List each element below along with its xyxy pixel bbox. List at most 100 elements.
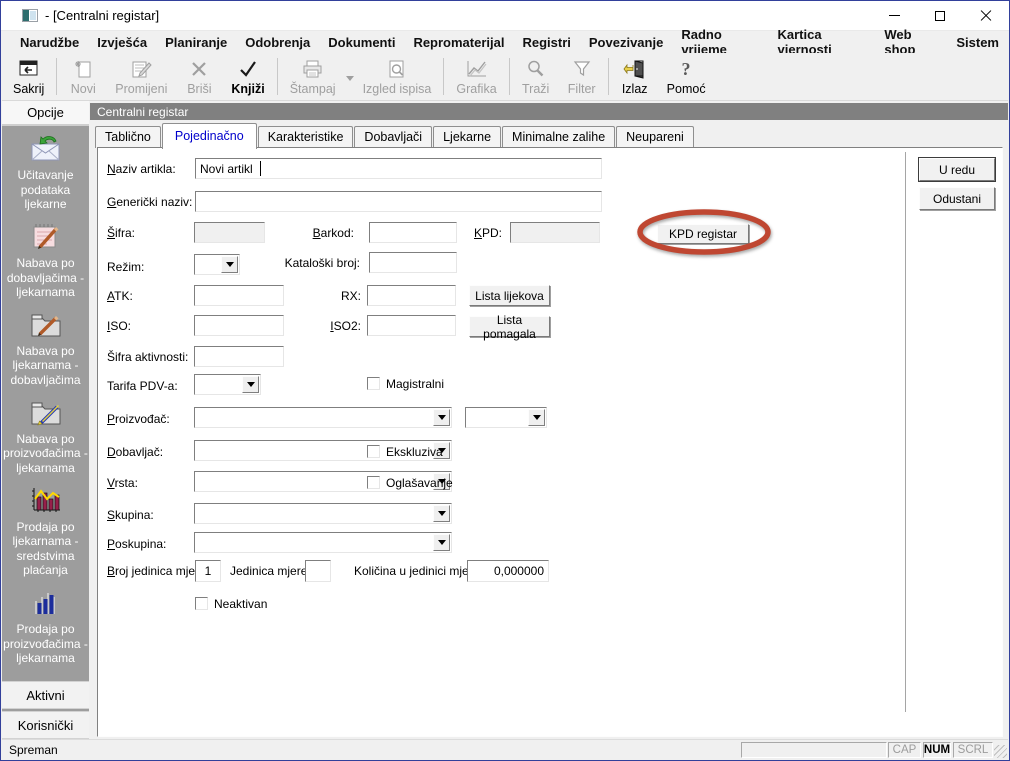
menu-registri[interactable]: Registri [513,33,579,52]
jedinica-mjere-input[interactable] [305,560,331,582]
broj-jedinica-mjere-input[interactable] [195,560,221,582]
close-button[interactable] [963,1,1009,30]
skupina-combobox[interactable] [194,503,452,524]
toolbar-separator [608,58,609,95]
atk-input[interactable] [194,285,284,306]
toolbar-label: Pomoć [667,82,706,96]
stampaj-dropdown-icon[interactable] [346,76,354,85]
genericki-naziv-input[interactable] [195,191,602,212]
dobavljac-label: Dobavljač: [107,445,163,459]
delete-x-icon [185,57,213,81]
poskupina-label: Poskupina: [107,537,166,551]
menu-dokumenti[interactable]: Dokumenti [319,33,404,52]
chevron-down-icon[interactable] [221,256,238,273]
toolbar: Sakrij Novi Promijeni Briši Knjiži [2,53,1008,101]
opcije-button[interactable]: Opcije [2,101,89,126]
tab-tablicno[interactable]: Tablično [95,126,161,148]
ekskluziva-checkbox[interactable] [367,445,380,458]
sidebar-item-nabava-dobavljaci[interactable]: Nabava po dobavljačima - ljekarnama [2,221,89,300]
tarifa-pdv-combobox[interactable] [194,374,261,395]
tab-dobavljaci[interactable]: Dobavljači [354,126,432,148]
oglasavanje-checkbox[interactable] [367,476,380,489]
sidebar-item-prodaja-proizvodaci[interactable]: Prodaja po proizvođačima - ljekarnama [2,587,89,666]
izlaz-button[interactable]: Izlaz [612,55,658,98]
sifra-label: Šifra: [107,226,135,240]
filter-button[interactable]: Filter [559,55,605,98]
menu-izvjesca[interactable]: Izvješća [88,33,156,52]
vrsta-label: Vrsta: [107,476,138,490]
iso-input[interactable] [194,315,284,336]
help-question-icon: ? [672,57,700,81]
caps-lock-indicator: CAP [888,742,921,758]
menu-odobrenja[interactable]: Odobrenja [236,33,319,52]
knjizi-button[interactable]: Knjiži [222,55,273,98]
u-redu-button[interactable]: U redu [919,158,995,181]
promijeni-button[interactable]: Promijeni [106,55,176,98]
brisi-button[interactable]: Briši [176,55,222,98]
novi-button[interactable]: Novi [60,55,106,98]
toolbar-label: Grafika [456,82,496,96]
korisnicki-button[interactable]: Korisnički [2,711,89,739]
kataloski-broj-input[interactable] [369,252,457,273]
chevron-down-icon[interactable] [433,534,450,551]
tab-minimalne-zalihe[interactable]: Minimalne zalihe [502,126,615,148]
toolbar-label: Izlaz [622,82,648,96]
print-preview-icon [383,57,411,81]
neaktivan-checkbox[interactable] [195,597,208,610]
chart-icon [463,57,491,81]
lista-lijekova-button[interactable]: Lista lijekova [469,285,550,306]
trazi-button[interactable]: Traži [513,55,559,98]
window-title: - [Centralni registar] [45,8,159,23]
menu-repromaterijal[interactable]: Repromaterijal [404,33,513,52]
tab-neupareni[interactable]: Neupareni [616,126,694,148]
menu-povezivanje[interactable]: Povezivanje [580,33,672,52]
proizvodac-extra-combobox[interactable] [465,407,547,428]
checkmark-icon [234,57,262,81]
scroll-lock-indicator: SCRL [953,742,993,758]
menu-narudzbe[interactable]: Narudžbe [11,33,88,52]
kataloski-broj-label: Kataloški broj: [268,256,360,270]
odustani-button[interactable]: Odustani [919,187,995,210]
kpd-registar-button[interactable]: KPD registar [657,224,749,244]
rezim-label: Režim: [107,260,144,274]
chevron-down-icon[interactable] [528,409,545,426]
lista-pomagala-button[interactable]: Lista pomagala [469,316,550,337]
izgled-ispisa-button[interactable]: Izgled ispisa [354,55,441,98]
toolbar-separator [443,58,444,95]
chevron-down-icon[interactable] [242,376,259,393]
grafika-button[interactable]: Grafika [447,55,505,98]
sidebar-item-nabava-proizvodaci[interactable]: Nabava po proizvođačima - ljekarnama [2,397,89,476]
new-document-icon [69,57,97,81]
tab-ljekarne[interactable]: Ljekarne [433,126,501,148]
sakrij-button[interactable]: Sakrij [4,55,53,98]
menu-sistem[interactable]: Sistem [947,33,1008,52]
rx-input[interactable] [367,285,456,306]
sifra-aktivnosti-input[interactable] [194,346,284,367]
rezim-combobox[interactable] [194,254,240,275]
toolbar-label: Štampaj [290,82,336,96]
poskupina-combobox[interactable] [194,532,452,553]
chevron-down-icon[interactable] [433,505,450,522]
main-area: Centralni registar Tablično Pojedinačno … [89,101,1008,739]
iso2-input[interactable] [367,315,456,336]
sidebar-item-nabava-ljekarne[interactable]: Nabava po ljekarnama - dobavljačima [2,309,89,388]
sidebar-item-ucitavanje[interactable]: Učitavanje podataka ljekarne [2,133,89,212]
resize-grip[interactable] [994,745,1007,758]
tab-pojedinacno[interactable]: Pojedinačno [162,123,257,149]
toolbar-label: Novi [71,82,96,96]
proizvodac-combobox[interactable] [194,407,452,428]
sidebar-item-label: Nabava po dobavljačima - ljekarnama [2,254,89,300]
barkod-input[interactable] [369,222,457,243]
pomoc-button[interactable]: ? Pomoć [658,55,715,98]
kolicina-input[interactable] [467,560,549,582]
aktivni-button[interactable]: Aktivni [2,681,89,709]
menu-planiranje[interactable]: Planiranje [156,33,236,52]
naziv-artikla-input[interactable] [195,158,602,179]
sidebar-item-prodaja-ljekarne[interactable]: Prodaja po ljekarnama - sredstvima plaća… [2,485,89,579]
tab-karakteristike[interactable]: Karakteristike [258,126,354,148]
magistralni-checkbox[interactable] [367,377,380,390]
chevron-down-icon[interactable] [433,409,450,426]
sidebar-item-label: Nabava po ljekarnama - dobavljačima [2,342,89,388]
status-bar: Spreman CAP NUM SCRL [2,739,1008,759]
stampaj-button[interactable]: Štampaj [281,56,345,98]
